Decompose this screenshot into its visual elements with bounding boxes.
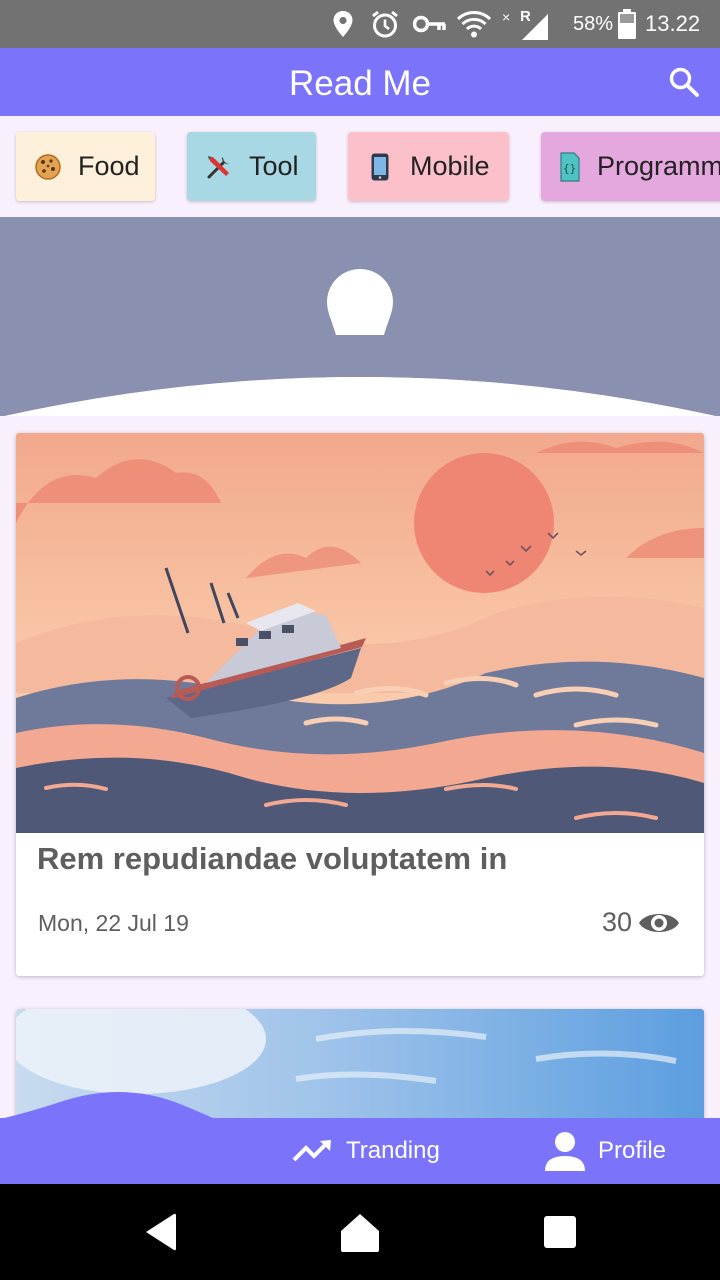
svg-text:{}: {} <box>563 162 576 175</box>
category-label: Tool <box>249 151 299 181</box>
trending-up-icon <box>292 1140 331 1162</box>
category-chip-tool[interactable]: Tool <box>187 132 316 201</box>
status-time: 13.22 <box>645 11 701 36</box>
home-icon <box>341 1214 379 1252</box>
back-icon <box>146 1213 176 1251</box>
nav-profile-label: Profile <box>598 1137 667 1164</box>
article-date: Mon, 22 Jul 19 <box>38 910 189 936</box>
article-image <box>16 433 704 833</box>
mobile-phone-icon <box>366 153 394 181</box>
article-title: Rem repudiandae voluptatem in <box>37 841 508 876</box>
location-icon <box>332 0 354 48</box>
article-views: 30 <box>602 907 680 938</box>
alarm-icon <box>370 0 400 48</box>
recent-apps-button[interactable] <box>536 1208 584 1256</box>
svg-text:×: × <box>502 9 510 25</box>
nav-tranding-label: Tranding <box>346 1137 440 1164</box>
wifi-icon <box>456 0 492 48</box>
app-bar: Read Me <box>0 48 720 116</box>
article-card[interactable]: Rem repudiandae voluptatem in Mon, 22 Ju… <box>16 433 704 976</box>
back-button[interactable] <box>136 1208 184 1256</box>
tools-icon <box>205 153 233 181</box>
svg-text:R: R <box>520 8 531 25</box>
code-file-icon: {} <box>559 151 581 182</box>
home-button[interactable] <box>336 1208 384 1256</box>
category-chip-programming[interactable]: {} Programming <box>541 132 720 201</box>
battery-icon <box>618 0 636 48</box>
vpn-key-icon <box>413 0 447 48</box>
category-label: Mobile <box>410 151 490 181</box>
views-count: 30 <box>601 907 632 937</box>
category-chip-food[interactable]: Food <box>16 132 155 201</box>
category-list[interactable]: Food Tool Mobile {} Programming <box>0 116 720 216</box>
nav-profile[interactable]: Profile <box>544 1118 666 1184</box>
cookie-icon <box>34 153 62 181</box>
nav-wave-decoration <box>0 1092 215 1119</box>
recent-apps-icon <box>544 1216 576 1248</box>
bottom-navigation: Tranding Profile <box>0 1092 720 1184</box>
eye-icon <box>639 913 679 932</box>
search-icon <box>669 67 699 97</box>
category-chip-mobile[interactable]: Mobile <box>348 132 509 201</box>
person-icon <box>545 1132 585 1171</box>
status-bar: × R 58% 13.22 <box>0 0 720 48</box>
search-button[interactable] <box>664 62 704 102</box>
nav-tranding[interactable]: Tranding <box>292 1118 440 1184</box>
category-label: Food <box>78 151 140 181</box>
main-content[interactable]: Food Tool Mobile {} Programming <box>0 116 720 1118</box>
battery-percent: 58% <box>573 12 614 35</box>
hero-banner <box>0 217 720 417</box>
signal-icon: × R <box>502 0 552 48</box>
category-label: Programming <box>597 151 720 181</box>
app-title: Read Me <box>288 64 432 103</box>
system-navigation-bar <box>0 1184 720 1280</box>
